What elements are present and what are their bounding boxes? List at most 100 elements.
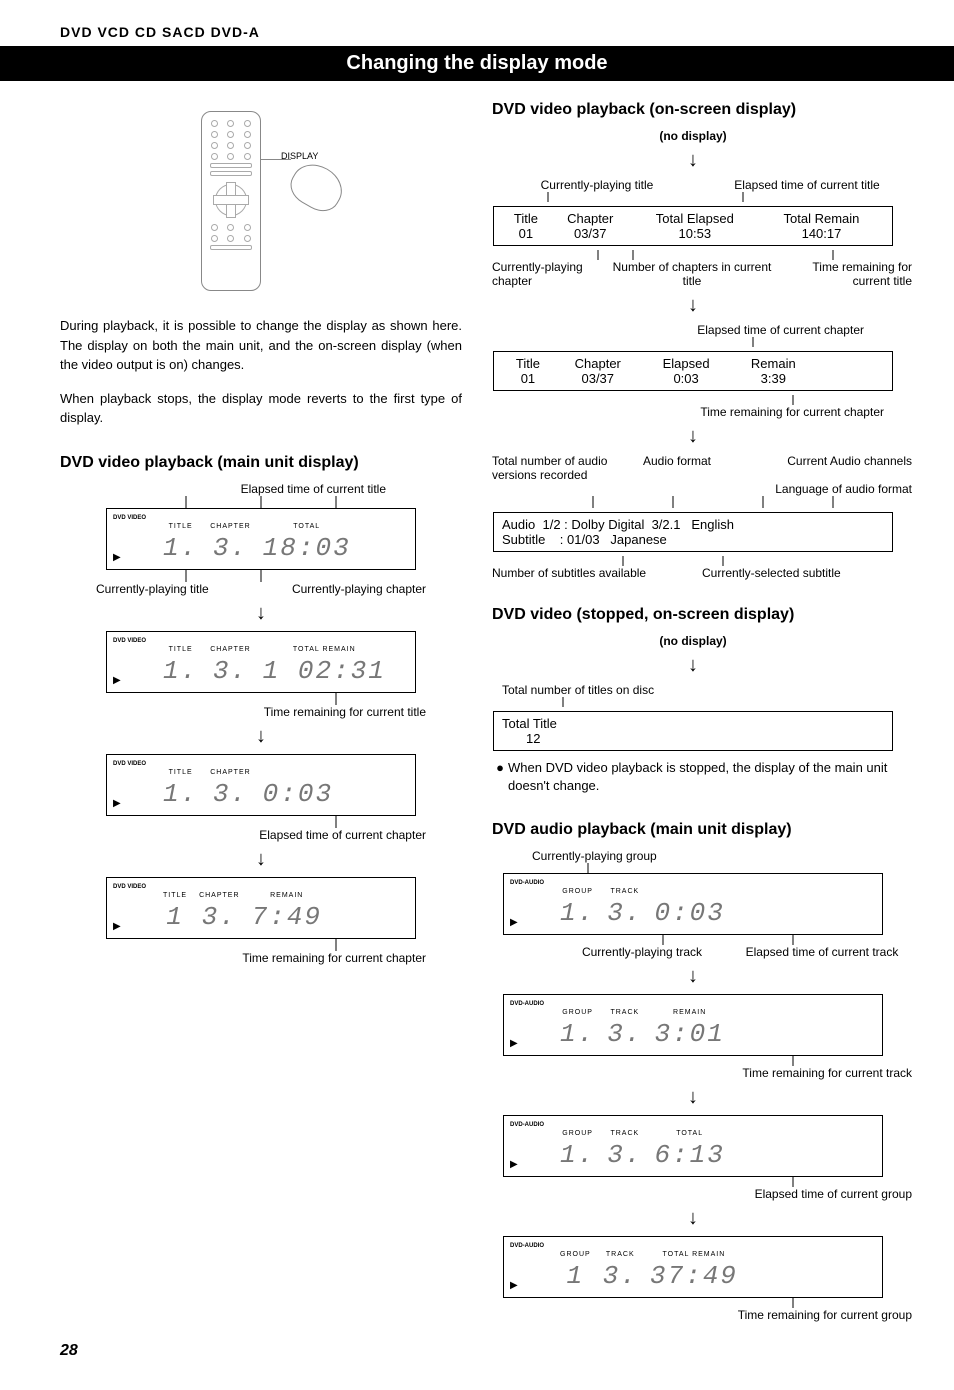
annot-remaining-title: Time remaining for current title — [96, 705, 426, 719]
lcd-hdr-total-remain: TOTAL REMAIN — [662, 1251, 725, 1258]
lcd-hdr-title: TITLE — [169, 769, 193, 776]
play-icon: ▶ — [510, 1159, 518, 1170]
play-icon: ▶ — [510, 1280, 518, 1291]
annot-audio-format: Audio format — [632, 454, 722, 482]
lcd-title-value: 1 — [166, 902, 184, 932]
bullet-icon: ● — [492, 759, 508, 795]
lcd-hdr-track: TRACK — [610, 888, 639, 895]
remote-icon — [201, 111, 261, 291]
lcd-hdr-group: GROUP — [562, 1009, 593, 1016]
annot-playing-track: Currently-playing track — [552, 945, 732, 959]
annot-elapsed-title: Elapsed time of current title — [96, 482, 426, 496]
lcd-hdr-chapter: CHAPTER — [210, 523, 250, 530]
osd-val-remain: 3:39 — [731, 371, 816, 386]
lcd-display-2: DVD VIDEO ▶ TITLE CHAPTER TOTAL REMAIN 1… — [106, 631, 416, 693]
annot-remaining-track: Time remaining for current track — [492, 1066, 912, 1080]
annot-num-subtitles: Number of subtitles available — [492, 566, 702, 580]
media-label: DVD-AUDIO — [510, 880, 544, 887]
osd-hdr-elapsed: Elapsed — [642, 356, 731, 371]
play-icon: ▶ — [510, 917, 518, 928]
annot-playing-group: Currently-playing group — [492, 849, 952, 863]
lcd-hdr-total: TOTAL — [676, 1130, 703, 1137]
lcd-hdr-chapter: CHAPTER — [210, 769, 250, 776]
lcd-time-value: 1 02:31 — [263, 656, 386, 686]
lcd-chapter-value: 3. — [213, 533, 248, 563]
lcd-audio-2: DVD-AUDIO ▶ GROUP TRACK REMAIN 1. 3. 3:0… — [503, 994, 883, 1056]
lcd-hdr-title: TITLE — [169, 523, 193, 530]
lcd-hdr-title: TITLE — [163, 892, 187, 899]
down-arrow-icon: ↓ — [492, 149, 894, 172]
osd-hdr-title: Title — [502, 356, 554, 371]
media-label: DVD-AUDIO — [510, 1243, 544, 1250]
down-arrow-icon: ↓ — [60, 602, 462, 625]
lcd-display-4: DVD VIDEO ▶ TITLE CHAPTER REMAIN 1 3. 7:… — [106, 877, 416, 939]
left-heading: DVD video playback (main unit display) — [60, 454, 462, 472]
lcd-track-value: 3. — [607, 898, 642, 928]
osd-val-title: 01 — [502, 371, 554, 386]
format-list: DVD VCD CD SACD DVD-A — [60, 24, 894, 40]
lcd-hdr-remain: REMAIN — [270, 892, 303, 899]
lcd-time-value: 7:49 — [252, 902, 322, 932]
osd-hdr-elapsed: Total Elapsed — [631, 211, 759, 226]
lcd-time-value: 18:03 — [263, 533, 351, 563]
lcd-hdr-group: GROUP — [562, 1130, 593, 1137]
page-title: Changing the display mode — [0, 46, 954, 81]
osd-val-elapsed: 0:03 — [642, 371, 731, 386]
lcd-chapter-value: 3. — [213, 779, 248, 809]
osd-audio-line: Audio 1/2 : Dolby Digital 3/2.1 English — [502, 517, 884, 532]
lcd-group-value: 1 — [567, 1261, 585, 1291]
media-label: DVD VIDEO — [113, 761, 146, 768]
media-label: DVD VIDEO — [113, 884, 146, 891]
media-label: DVD-AUDIO — [510, 1001, 544, 1008]
lcd-audio-1: DVD-AUDIO ▶ GROUP TRACK 1. 3. 0:03 — [503, 873, 883, 935]
annot-elapsed-track: Elapsed time of current track — [732, 945, 912, 959]
lcd-hdr-remain: REMAIN — [673, 1009, 706, 1016]
no-display-label: (no display) — [492, 129, 894, 143]
play-icon: ▶ — [113, 675, 121, 686]
play-icon: ▶ — [510, 1038, 518, 1049]
annot-num-chapters: Number of chapters in current title — [602, 260, 782, 288]
hand-icon — [284, 156, 350, 218]
down-arrow-icon: ↓ — [492, 294, 894, 317]
annot-playing-title: Currently-playing title — [492, 178, 702, 192]
annot-remaining-chapter: Time remaining for current chapter — [96, 951, 426, 965]
osd-display-2: Title Chapter Elapsed Remain 01 03/37 0:… — [493, 351, 893, 391]
annot-audio-channels: Current Audio channels — [722, 454, 912, 482]
lcd-hdr-group: GROUP — [560, 1251, 591, 1258]
play-icon: ▶ — [113, 552, 121, 563]
lcd-track-value: 3. — [607, 1019, 642, 1049]
annot-total-titles: Total number of titles on disc — [492, 683, 922, 697]
osd-display-3: Audio 1/2 : Dolby Digital 3/2.1 English … — [493, 512, 893, 552]
lcd-hdr-track: TRACK — [610, 1009, 639, 1016]
lcd-hdr-chapter: CHAPTER — [199, 892, 239, 899]
lcd-group-value: 1. — [560, 1019, 595, 1049]
osd-display-4: Total Title 12 — [493, 711, 893, 751]
down-arrow-icon: ↓ — [492, 654, 894, 677]
down-arrow-icon: ↓ — [492, 425, 894, 448]
left-column: DISPLAY During playback, it is possible … — [60, 101, 462, 1322]
lcd-title-value: 1. — [163, 533, 198, 563]
right-heading-1: DVD video playback (on-screen display) — [492, 101, 894, 119]
annot-audio-language: Language of audio format — [732, 482, 912, 496]
remote-figure: DISPLAY — [60, 111, 462, 296]
annot-playing-chapter: Currently-playing chapter — [292, 582, 426, 596]
right-heading-2: DVD video (stopped, on-screen display) — [492, 606, 894, 624]
osd-val-title: 01 — [502, 226, 550, 241]
osd-subtitle-line: Subtitle : 01/03 Japanese — [502, 532, 884, 547]
lcd-display-1: DVD VIDEO ▶ TITLE CHAPTER TOTAL 1. 3. 18… — [106, 508, 416, 570]
down-arrow-icon: ↓ — [60, 725, 462, 748]
annot-elapsed-chapter: Elapsed time of current chapter — [492, 323, 894, 337]
remote-button-label: DISPLAY — [281, 151, 318, 161]
lcd-chapter-value: 3. — [213, 656, 248, 686]
annot-remaining-title: Time remaining for current title — [782, 260, 912, 288]
osd-hdr-remain: Total Remain — [759, 211, 884, 226]
lcd-hdr-title: TITLE — [169, 646, 193, 653]
bullet-text: When DVD video playback is stopped, the … — [508, 759, 894, 795]
osd-hdr-total-title: Total Title — [502, 716, 557, 731]
lcd-hdr-group: GROUP — [562, 888, 593, 895]
osd-val-total-title: 12 — [502, 731, 540, 746]
lcd-hdr-track: TRACK — [610, 1130, 639, 1137]
osd-val-elapsed: 10:53 — [631, 226, 759, 241]
lcd-hdr-chapter: CHAPTER — [210, 646, 250, 653]
osd-hdr-title: Title — [502, 211, 550, 226]
